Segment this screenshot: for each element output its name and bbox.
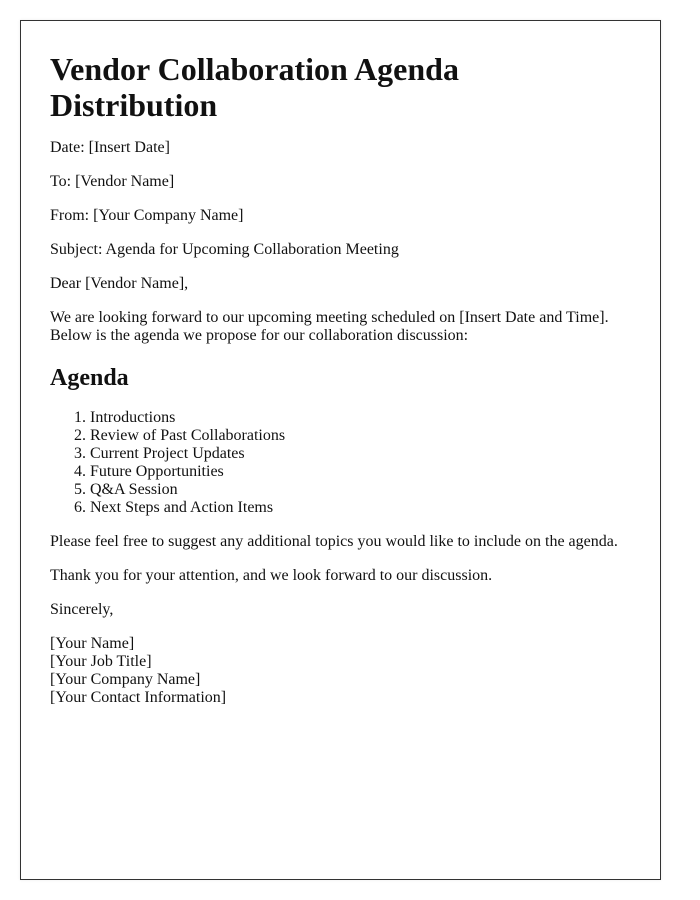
document-title: Vendor Collaboration Agenda Distribution (50, 51, 459, 123)
signature-contact: [Your Contact Information] (50, 689, 227, 706)
to-line: To: [Vendor Name] (50, 173, 175, 190)
suggestion-paragraph: Please feel free to suggest any addition… (50, 533, 618, 550)
agenda-list: Introductions Review of Past Collaborati… (50, 409, 630, 517)
signature-name: [Your Name] (50, 635, 135, 652)
sign-off: Sincerely, (50, 601, 114, 618)
agenda-item: Introductions (90, 409, 630, 427)
agenda-item: Q&A Session (90, 481, 630, 499)
agenda-item: Review of Past Collaborations (90, 427, 630, 445)
letter-container: Vendor Collaboration Agenda Distribution… (20, 20, 661, 880)
subject-line: Subject: Agenda for Upcoming Collaborati… (50, 241, 399, 258)
signature-job-title: [Your Job Title] (50, 653, 152, 670)
agenda-item: Future Opportunities (90, 463, 630, 481)
intro-paragraph: We are looking forward to our upcoming m… (50, 309, 609, 344)
agenda-heading: Agenda (50, 365, 129, 391)
from-line: From: [Your Company Name] (50, 207, 244, 224)
signature-company: [Your Company Name] (50, 671, 201, 688)
salutation: Dear [Vendor Name], (50, 275, 189, 292)
agenda-item: Current Project Updates (90, 445, 630, 463)
thank-you-paragraph: Thank you for your attention, and we loo… (50, 567, 493, 584)
date-line: Date: [Insert Date] (50, 139, 170, 156)
signature-block: [Your Name] [Your Job Title] [Your Compa… (50, 635, 630, 707)
agenda-item: Next Steps and Action Items (90, 499, 630, 517)
